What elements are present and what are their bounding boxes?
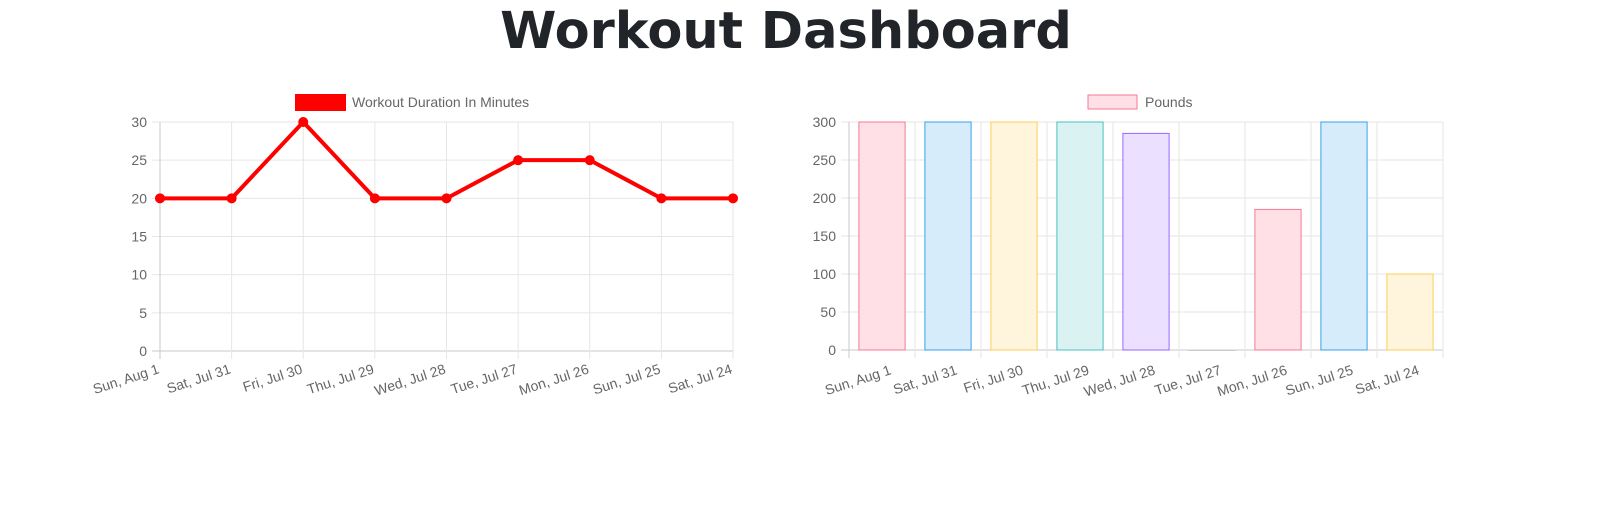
bar <box>990 121 1038 351</box>
x-tick-label: Sun, Jul 25 <box>591 361 663 398</box>
x-tick-label: Sun, Aug 1 <box>823 362 893 398</box>
x-tick-label: Fri, Jul 30 <box>962 362 1026 396</box>
page-title: Workout Dashboard <box>500 2 1072 61</box>
x-tick-label: Wed, Jul 28 <box>1082 362 1157 400</box>
bar <box>1122 132 1170 351</box>
data-point <box>226 193 237 204</box>
x-tick-label: Thu, Jul 29 <box>1020 362 1091 399</box>
y-tick-label: 20 <box>131 190 147 206</box>
x-tick-label: Tue, Jul 27 <box>1153 362 1224 399</box>
x-tick-label: Fri, Jul 30 <box>241 361 305 395</box>
x-tick-label: Sat, Jul 24 <box>666 361 734 397</box>
x-tick-label: Sun, Aug 1 <box>91 361 161 397</box>
y-tick-label: 10 <box>131 267 147 283</box>
x-tick-label: Mon, Jul 26 <box>517 361 591 399</box>
bar <box>1188 349 1236 351</box>
legend-label: Pounds <box>1145 94 1192 110</box>
bar <box>924 121 972 351</box>
x-tick-label: Thu, Jul 29 <box>305 361 376 398</box>
data-point <box>584 155 595 166</box>
data-point <box>155 193 165 204</box>
x-tick-label: Sat, Jul 31 <box>165 361 233 397</box>
pounds-bar-chart: Pounds050100150200250300Sun, Aug 1Sat, J… <box>813 94 1444 400</box>
x-tick-label: Sat, Jul 31 <box>891 362 959 398</box>
y-tick-label: 250 <box>813 152 837 168</box>
bar <box>1320 121 1368 351</box>
y-tick-label: 50 <box>820 304 836 320</box>
x-tick-label: Sat, Jul 24 <box>1353 362 1421 398</box>
data-point <box>728 193 738 204</box>
duration-chart-panel: Workout Duration In Minutes 0 5 10 15 20 25 30 S… <box>90 90 850 430</box>
x-tick-label: Wed, Jul 28 <box>372 361 447 399</box>
data-point <box>298 117 309 127</box>
y-tick-label: 100 <box>813 266 837 282</box>
x-tick-label: Tue, Jul 27 <box>449 361 520 398</box>
bar <box>858 121 906 351</box>
y-tick-label: 15 <box>131 229 147 245</box>
bar <box>1386 273 1434 351</box>
x-tick-label: Mon, Jul 26 <box>1215 362 1289 400</box>
bar <box>1254 208 1302 351</box>
legend-label: Workout Duration In Minutes <box>352 94 529 110</box>
y-tick-label: 30 <box>131 114 147 130</box>
data-point <box>369 193 380 204</box>
y-tick-label: 150 <box>813 228 837 244</box>
y-tick-label: 300 <box>813 114 837 130</box>
pounds-chart-panel: Pounds 0 50 100 150 200 250 300 Sun, Aug 1 Sat, J… <box>805 90 1565 430</box>
y-tick-label: 0 <box>139 343 147 359</box>
legend-swatch <box>295 94 346 111</box>
duration-line-chart: Workout Duration In Minutes 0 5 10 15 20 25 30 S… <box>91 94 738 399</box>
data-point <box>513 155 524 166</box>
y-tick-label: 25 <box>131 152 147 168</box>
y-tick-label: 0 <box>828 342 836 358</box>
data-point <box>441 193 452 204</box>
legend-swatch <box>1087 94 1138 110</box>
y-tick-label: 5 <box>139 305 147 321</box>
x-tick-label: Sun, Jul 25 <box>1283 362 1355 399</box>
bar <box>1056 121 1104 351</box>
data-point <box>656 193 667 204</box>
y-tick-label: 200 <box>813 190 837 206</box>
